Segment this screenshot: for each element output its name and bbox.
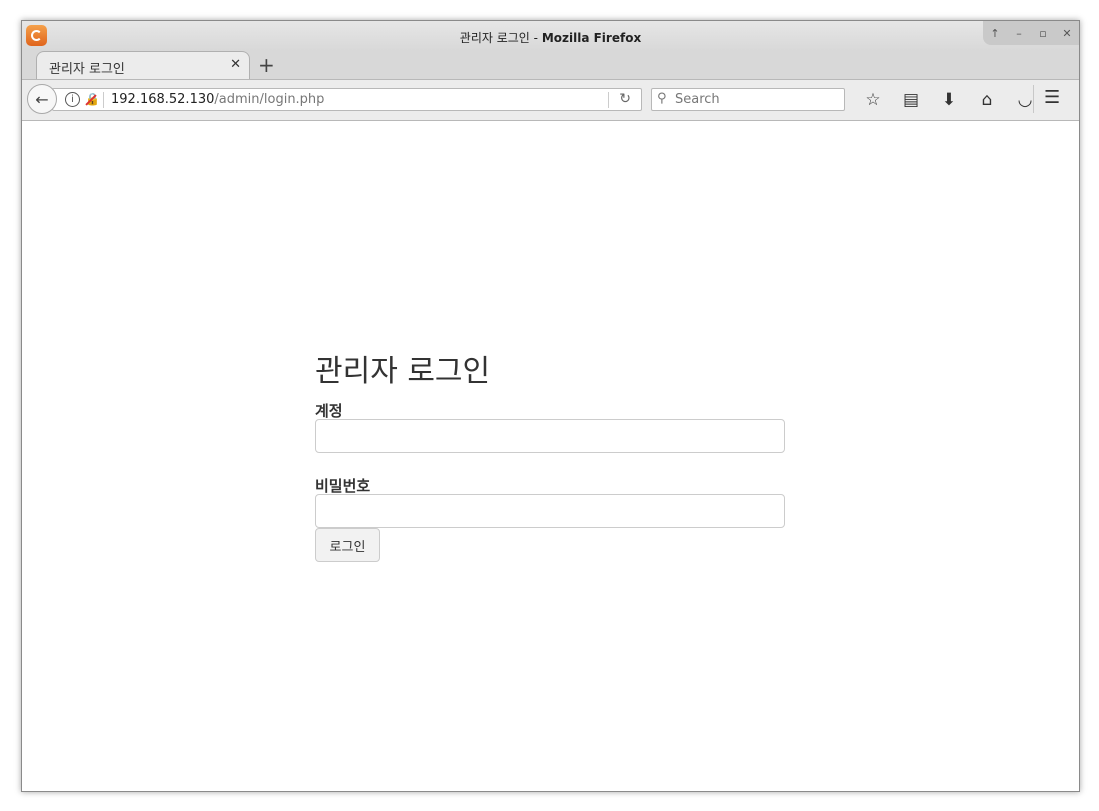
pocket-icon[interactable]: ◡ [1006, 88, 1044, 112]
tab-bar: 관리자 로그인 ✕ + [22, 51, 1079, 80]
search-placeholder: Search [675, 92, 720, 107]
url-text[interactable]: 192.168.52.130/admin/login.php [111, 92, 324, 107]
menu-divider [1033, 85, 1034, 113]
maximize-icon[interactable]: ▫ [1034, 27, 1052, 40]
reload-divider [608, 92, 609, 108]
tab-close-icon[interactable]: ✕ [230, 57, 241, 72]
info-icon[interactable]: i [65, 92, 80, 107]
login-button[interactable]: 로그인 [315, 528, 380, 562]
minimize-icon[interactable]: – [1010, 27, 1028, 40]
window-title-page: 관리자 로그인 [459, 31, 530, 45]
reload-icon[interactable]: ↻ [619, 91, 631, 107]
close-window-icon[interactable]: ✕ [1058, 27, 1076, 40]
window-title-app: Mozilla Firefox [541, 31, 642, 45]
window-controls: ↑ – ▫ ✕ [983, 21, 1079, 45]
menu-icon[interactable]: ☰ [1044, 87, 1060, 108]
page-title: 관리자 로그인 [315, 354, 491, 389]
window-title: 관리자 로그인 - Mozilla Firefox [22, 29, 1079, 46]
password-label: 비밀번호 [315, 477, 371, 495]
reading-list-icon[interactable]: ▤ [892, 88, 930, 112]
back-button[interactable]: ← [27, 84, 57, 114]
navigation-bar: i 🔒 192.168.52.130/admin/login.php ↻ ← ⚲… [22, 80, 1079, 121]
home-icon[interactable]: ⌂ [968, 88, 1006, 112]
download-icon[interactable]: ⬇ [930, 88, 968, 112]
window-title-separator: - [529, 31, 542, 45]
star-icon[interactable]: ☆ [854, 88, 892, 112]
url-host: 192.168.52.130 [111, 92, 215, 107]
url-divider [103, 92, 104, 108]
account-input[interactable] [315, 419, 785, 453]
tab-admin-login[interactable]: 관리자 로그인 ✕ [36, 51, 250, 79]
keep-above-icon[interactable]: ↑ [986, 27, 1004, 40]
insecure-lock-icon[interactable]: 🔒 [85, 92, 100, 106]
browser-window: 관리자 로그인 - Mozilla Firefox ↑ – ▫ ✕ 관리자 로그… [21, 20, 1080, 792]
page-content: 관리자 로그인 계정 비밀번호 로그인 [22, 121, 1079, 791]
url-bar[interactable]: i 🔒 192.168.52.130/admin/login.php ↻ [52, 88, 642, 111]
search-icon: ⚲ [657, 91, 667, 106]
new-tab-button[interactable]: + [258, 53, 275, 77]
toolbar-icons: ☆ ▤ ⬇ ⌂ ◡ [854, 88, 1044, 112]
back-arrow-icon: ← [35, 89, 49, 109]
search-bar[interactable]: ⚲ Search [651, 88, 845, 111]
url-path: /admin/login.php [214, 92, 325, 107]
tab-label: 관리자 로그인 [49, 62, 125, 77]
account-label: 계정 [315, 402, 343, 420]
title-bar: 관리자 로그인 - Mozilla Firefox ↑ – ▫ ✕ [22, 21, 1079, 51]
password-input[interactable] [315, 494, 785, 528]
